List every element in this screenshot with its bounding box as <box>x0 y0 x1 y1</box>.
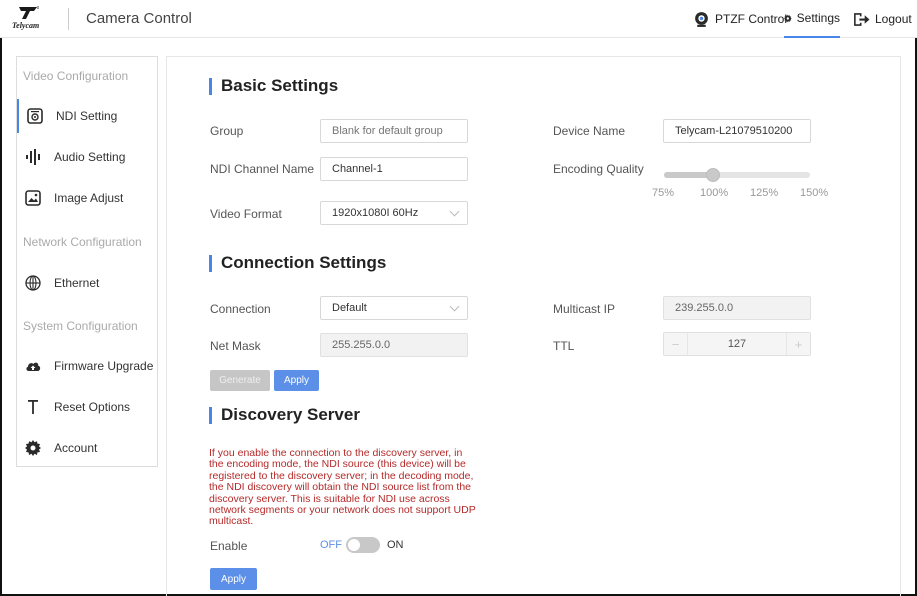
logout-icon <box>854 12 870 26</box>
nav-settings[interactable]: Settings <box>784 0 840 38</box>
quality-tick-150: 150% <box>800 187 829 199</box>
ndi-icon <box>27 108 43 124</box>
multicast-ip-input[interactable]: 239.255.0.0 <box>663 296 811 320</box>
globe-icon <box>25 275 41 291</box>
sidebar-section-network: Network Configuration <box>23 235 142 249</box>
nav-label: Logout <box>875 12 912 26</box>
sidebar-item-ndi-setting[interactable]: NDI Setting <box>17 99 157 133</box>
reset-icon <box>28 400 38 414</box>
slider-thumb[interactable] <box>705 168 720 182</box>
header-divider <box>68 8 69 30</box>
chevron-down-icon <box>449 301 460 312</box>
brand-logo: Telycam <box>12 6 58 32</box>
camera-pin-icon <box>695 11 708 27</box>
sidebar-item-image-adjust[interactable]: Image Adjust <box>17 181 157 215</box>
video-format-select[interactable]: 1920x1080I 60Hz <box>320 201 468 225</box>
ttl-value[interactable]: 127 <box>688 338 786 350</box>
net-mask-input[interactable]: 255.255.0.0 <box>320 333 468 357</box>
video-format-label: Video Format <box>210 207 282 221</box>
sidebar-item-label: Account <box>54 441 98 455</box>
brand-name: Telycam <box>12 21 40 30</box>
encoding-quality-slider[interactable] <box>664 168 810 182</box>
sidebar-item-label: Reset Options <box>54 400 131 414</box>
enable-label: Enable <box>210 539 248 553</box>
audio-bars-icon <box>26 149 40 165</box>
discovery-server-title: Discovery Server <box>209 405 360 425</box>
sidebar-item-label: Audio Setting <box>54 150 126 164</box>
ttl-decrement-button[interactable]: − <box>664 333 688 355</box>
group-label: Group <box>210 124 244 138</box>
cloud-upload-icon <box>26 362 41 371</box>
sidebar-item-account[interactable]: Account <box>17 431 157 465</box>
toggle-on-label: ON <box>387 539 404 551</box>
group-input[interactable] <box>320 119 468 143</box>
sidebar-item-label: Image Adjust <box>54 191 124 205</box>
nav-logout[interactable]: Logout <box>853 0 912 38</box>
toggle-off-label: OFF <box>320 539 342 551</box>
discovery-apply-button[interactable]: Apply <box>210 568 257 590</box>
connection-label: Connection <box>210 302 271 316</box>
sidebar-item-audio-setting[interactable]: Audio Setting <box>17 140 157 174</box>
chevron-down-icon <box>449 206 460 217</box>
ttl-label: TTL <box>553 339 575 353</box>
discovery-enable-switch[interactable] <box>346 537 380 553</box>
device-name-label: Device Name <box>553 124 626 138</box>
sidebar-item-firmware-upgrade[interactable]: Firmware Upgrade <box>17 349 157 383</box>
sidebar-item-label: NDI Setting <box>56 109 118 123</box>
encoding-quality-label: Encoding Quality <box>553 162 644 176</box>
sidebar-section-system: System Configuration <box>23 319 138 333</box>
sidebar-item-reset-options[interactable]: Reset Options <box>17 390 157 424</box>
gear-icon <box>784 14 792 22</box>
sidebar-item-label: Ethernet <box>54 276 100 290</box>
ttl-increment-button[interactable]: + <box>786 333 810 355</box>
sidebar-item-label: Firmware Upgrade <box>54 359 154 373</box>
switch-knob <box>348 539 360 551</box>
net-mask-label: Net Mask <box>210 339 261 353</box>
ndi-channel-label: NDI Channel Name <box>210 162 315 176</box>
telycam-logo-icon <box>19 6 39 19</box>
sidebar-section-video: Video Configuration <box>23 69 129 83</box>
top-bar: Telycam Camera Control PTZF Control Sett… <box>0 0 917 38</box>
generate-button[interactable]: Generate <box>210 370 270 391</box>
multicast-ip-label: Multicast IP <box>553 302 616 316</box>
ndi-channel-input[interactable]: Channel-1 <box>320 157 468 181</box>
sidebar: Video Configuration NDI Setting Audio Se… <box>16 56 158 467</box>
nav-ptzf-control[interactable]: PTZF Control <box>693 0 787 38</box>
connection-value: Default <box>332 302 367 314</box>
quality-tick-125: 125% <box>750 187 779 199</box>
video-format-value: 1920x1080I 60Hz <box>332 207 419 219</box>
basic-settings-title: Basic Settings <box>209 76 338 96</box>
connection-apply-button[interactable]: Apply <box>274 370 319 391</box>
ttl-stepper: − 127 + <box>663 332 811 356</box>
nav-label: Settings <box>796 11 840 25</box>
sidebar-item-ethernet[interactable]: Ethernet <box>17 266 157 300</box>
image-icon <box>25 190 41 206</box>
nav-label: PTZF Control <box>715 12 788 26</box>
quality-tick-75: 75% <box>652 187 675 199</box>
device-name-input[interactable]: Telycam-L21079510200 <box>663 119 811 143</box>
quality-tick-100: 100% <box>700 187 729 199</box>
connection-settings-title: Connection Settings <box>209 253 386 273</box>
gear-icon <box>25 440 41 456</box>
connection-select[interactable]: Default <box>320 296 468 320</box>
discovery-warning-text: If you enable the connection to the disc… <box>209 447 476 528</box>
app-title: Camera Control <box>86 10 192 27</box>
